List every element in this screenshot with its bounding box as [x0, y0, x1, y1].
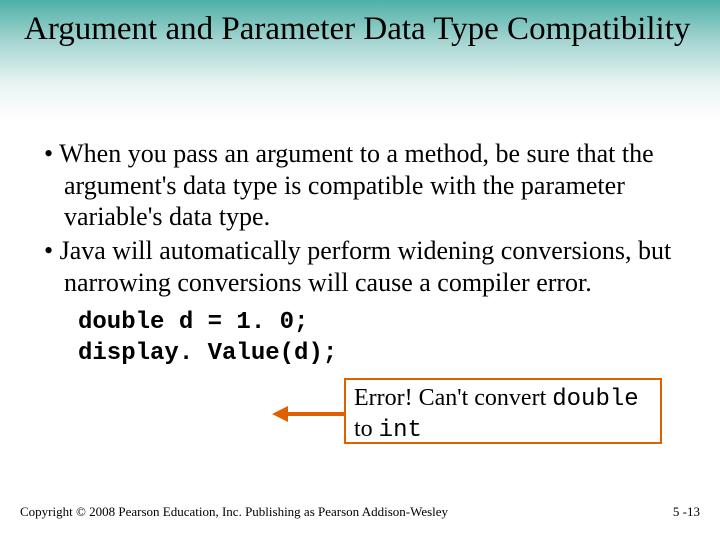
copyright-text: Copyright © 2008 Pearson Education, Inc.… — [20, 504, 448, 520]
bullet-item: Java will automatically perform widening… — [30, 235, 690, 298]
error-callout: Error! Can't convert double to int — [344, 378, 662, 444]
code-line: double d = 1. 0; — [78, 307, 690, 338]
slide-header: Argument and Parameter Data Type Compati… — [0, 0, 720, 120]
slide-content: When you pass an argument to a method, b… — [0, 120, 720, 369]
type-int: int — [379, 417, 422, 444]
code-line: display. Value(d); — [78, 338, 690, 369]
slide-title: Argument and Parameter Data Type Compati… — [24, 10, 696, 50]
error-text: Error! Can't convert — [354, 385, 552, 411]
bullet-item: When you pass an argument to a method, b… — [30, 138, 690, 233]
type-double: double — [552, 386, 638, 413]
bullet-list: When you pass an argument to a method, b… — [30, 138, 690, 299]
code-block: double d = 1. 0; display. Value(d); — [78, 307, 690, 369]
slide-footer: Copyright © 2008 Pearson Education, Inc.… — [20, 504, 700, 520]
page-number: 5 -13 — [673, 504, 700, 520]
error-text-mid: to — [354, 416, 379, 442]
arrow-left-icon — [272, 404, 344, 424]
